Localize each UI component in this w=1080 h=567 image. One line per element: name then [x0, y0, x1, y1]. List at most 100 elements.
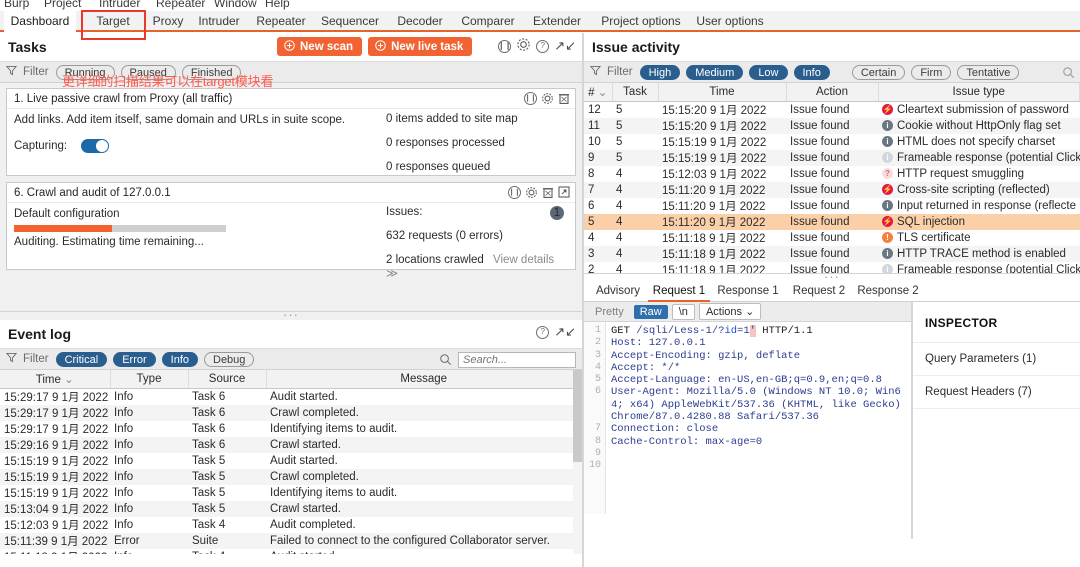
table-row[interactable]: 6 4 15:11:20 9 1月 2022 Issue found i Input re… [584, 198, 1080, 214]
filter-pill-error[interactable]: Error [113, 351, 156, 367]
search-icon[interactable] [439, 353, 452, 369]
filter-icon[interactable] [5, 65, 18, 79]
event-log-search-input[interactable] [458, 352, 576, 368]
help-icon[interactable]: ? [536, 39, 550, 53]
table-row[interactable]: 3 4 15:11:18 9 1月 2022 Issue found i HTTP TRA… [584, 245, 1080, 262]
event-type: Info [114, 518, 134, 531]
tab-project-options[interactable]: Project options [598, 11, 684, 32]
tab-comparer[interactable]: Comparer [452, 11, 524, 32]
col-number[interactable]: # ⌄ [584, 83, 613, 102]
table-row[interactable]: 7 4 15:11:20 9 1月 2022 Issue found ⚡ Cross-si… [584, 181, 1080, 198]
tab-request-2[interactable]: Request 2 [788, 282, 850, 302]
table-row[interactable]: 15:15:19 9 1月 2022 Info Task 5 Identifying … [0, 485, 582, 501]
tasks-eventlog-splitter[interactable] [0, 311, 582, 320]
table-row[interactable]: 4 4 15:11:18 9 1月 2022 Issue found! TLS cert… [584, 230, 1080, 246]
filter-icon[interactable] [5, 352, 18, 366]
filter-pill-low[interactable]: Low [749, 64, 788, 80]
table-row[interactable]: 15:15:19 9 1月 2022 Info Task 5 Crawl comple… [0, 468, 582, 485]
gear-icon[interactable] [525, 186, 538, 202]
col-issue-type[interactable]: Issue type [878, 83, 1080, 102]
open-external-icon[interactable] [558, 186, 570, 202]
tab-extender[interactable]: Extender [523, 11, 591, 32]
table-row[interactable]: 10 5 15:15:19 9 1月 2022 Issue found i HTML do… [584, 134, 1080, 150]
filter-pill-medium[interactable]: Medium [686, 64, 744, 80]
tab-dashboard[interactable]: Dashboard [4, 11, 76, 32]
expand-icon[interactable]: ↗↙ [554, 38, 576, 54]
table-row[interactable]: 15:29:16 9 1月 2022 Info Task 6 Crawl starte… [0, 436, 582, 453]
filter-pill-tentative[interactable]: Tentative [957, 64, 1020, 80]
table-row[interactable]: 15:29:17 9 1月 2022 Info Task 6 Crawl comple… [0, 404, 582, 421]
trash-icon[interactable] [558, 92, 570, 108]
task-card-crawl-and-audit[interactable]: 6. Crawl and audit of 127.0.0.1 ❙❙ Defau… [6, 182, 576, 280]
col-time[interactable]: Time ⌄ [0, 370, 111, 389]
table-row[interactable]: 15:15:19 9 1月 2022 Info Task 5 Audit starte… [0, 453, 582, 469]
table-row[interactable]: 15:12:03 9 1月 2022 Info Task 4 Audit comple… [0, 517, 582, 533]
col-time[interactable]: Time [658, 83, 787, 102]
new-scan-button[interactable]: New scan [277, 37, 363, 56]
filter-pill-certain[interactable]: Certain [851, 64, 906, 80]
tab-proxy[interactable]: Proxy [142, 11, 194, 32]
table-row[interactable]: 8 4 15:12:03 9 1月 2022 Issue found? HTTP req… [584, 166, 1080, 182]
filter-pill-critical[interactable]: Critical [55, 351, 108, 367]
filter-pill-high[interactable]: High [639, 64, 681, 80]
filter-icon[interactable] [589, 65, 602, 79]
table-row[interactable]: 5 4 15:11:20 9 1月 2022 Issue found ⚡ SQL inje… [584, 213, 1080, 230]
filter-pill-debug[interactable]: Debug [204, 351, 255, 367]
table-row[interactable]: 9 5 15:15:19 9 1月 2022 Issue found i Frameabl… [584, 149, 1080, 166]
task-card-live-passive-crawl[interactable]: 1. Live passive crawl from Proxy (all tr… [6, 88, 576, 176]
filter-pill-firm[interactable]: Firm [911, 64, 952, 80]
trash-icon[interactable] [542, 186, 554, 202]
tab-advisory[interactable]: Advisory [590, 282, 646, 302]
inspector-row-request-headers[interactable]: Request Headers (7) [913, 375, 1080, 408]
actions-button[interactable]: Actions ⌄ [698, 303, 762, 320]
filter-pill-info[interactable]: Info [161, 351, 198, 367]
tab-intruder[interactable]: Intruder [188, 11, 250, 32]
task-stats: Issues: 1 632 requests (0 errors) 2 loca… [386, 206, 566, 280]
capturing-toggle[interactable] [81, 139, 110, 153]
col-task[interactable]: Task [612, 83, 659, 102]
menu-item-help[interactable]: Help [265, 0, 290, 11]
event-message: Identifying items to audit. [270, 486, 398, 499]
filter-pill-info[interactable]: Info [793, 64, 830, 80]
col-source[interactable]: Source [188, 370, 267, 389]
table-row[interactable]: 11 5 15:15:20 9 1月 2022 Issue found i Cookie … [584, 117, 1080, 134]
menu-item-burp[interactable]: Burp [4, 0, 29, 11]
menu-item-intruder[interactable]: Intruder [99, 0, 140, 11]
table-row[interactable]: 15:29:17 9 1月 2022 Info Task 6 Identifying … [0, 421, 582, 437]
tab-user-options[interactable]: User options [690, 11, 770, 32]
pretty-button[interactable]: Pretty [589, 305, 630, 319]
table-row[interactable]: 12 5 15:15:20 9 1月 2022 Issue found ⚡ Clearte… [584, 101, 1080, 118]
pause-icon[interactable]: ❙❙ [498, 39, 511, 53]
menu-item-window[interactable]: Window [214, 0, 257, 11]
expand-icon[interactable]: ↗↙ [554, 324, 576, 340]
tab-response-1[interactable]: Response 1 [714, 282, 782, 302]
menu-item-project[interactable]: Project [44, 0, 81, 11]
pause-icon[interactable]: ❙❙ [508, 186, 521, 199]
inspector-row-query-parameters[interactable]: Query Parameters (1) [913, 342, 1080, 375]
tab-request-1[interactable]: Request 1 [648, 282, 710, 302]
request-code-view[interactable]: 1 2 3 4 5 6 7 8 9 10 GET /sqli/Less-1/?id=1' HTTP… [584, 322, 911, 514]
table-row[interactable]: 15:13:04 9 1月 2022 Info Task 5 Crawl starte… [0, 500, 582, 517]
issue-detail-splitter[interactable] [584, 273, 1080, 282]
raw-button[interactable]: Raw [633, 304, 668, 319]
pause-icon[interactable]: ❙❙ [524, 92, 537, 105]
tab-decoder[interactable]: Decoder [387, 11, 453, 32]
tab-repeater[interactable]: Repeater [248, 11, 314, 32]
col-action[interactable]: Action [786, 83, 879, 102]
tab-response-2[interactable]: Response 2 [854, 282, 922, 302]
table-row[interactable]: 15:29:17 9 1月 2022 Info Task 6 Audit starte… [0, 388, 582, 405]
tab-sequencer[interactable]: Sequencer [313, 11, 387, 32]
new-live-task-button[interactable]: New live task [368, 37, 473, 56]
table-row[interactable]: 15:11:39 9 1月 2022 Error Suite Failed to co… [0, 532, 582, 549]
newline-button[interactable]: \n [671, 303, 695, 320]
help-icon[interactable]: ? [536, 325, 550, 339]
search-icon[interactable] [1062, 66, 1075, 82]
event-log-scrollbar[interactable] [573, 370, 582, 554]
col-type[interactable]: Type [110, 370, 189, 389]
gear-icon[interactable] [541, 92, 554, 108]
table-row[interactable]: 15:11:18 9 1月 2022InfoTask 4Audit starte… [0, 549, 582, 555]
tab-target[interactable]: Target [82, 11, 144, 32]
menu-item-repeater[interactable]: Repeater [156, 0, 205, 11]
col-message[interactable]: Message [266, 370, 582, 389]
gear-icon[interactable] [516, 37, 531, 55]
